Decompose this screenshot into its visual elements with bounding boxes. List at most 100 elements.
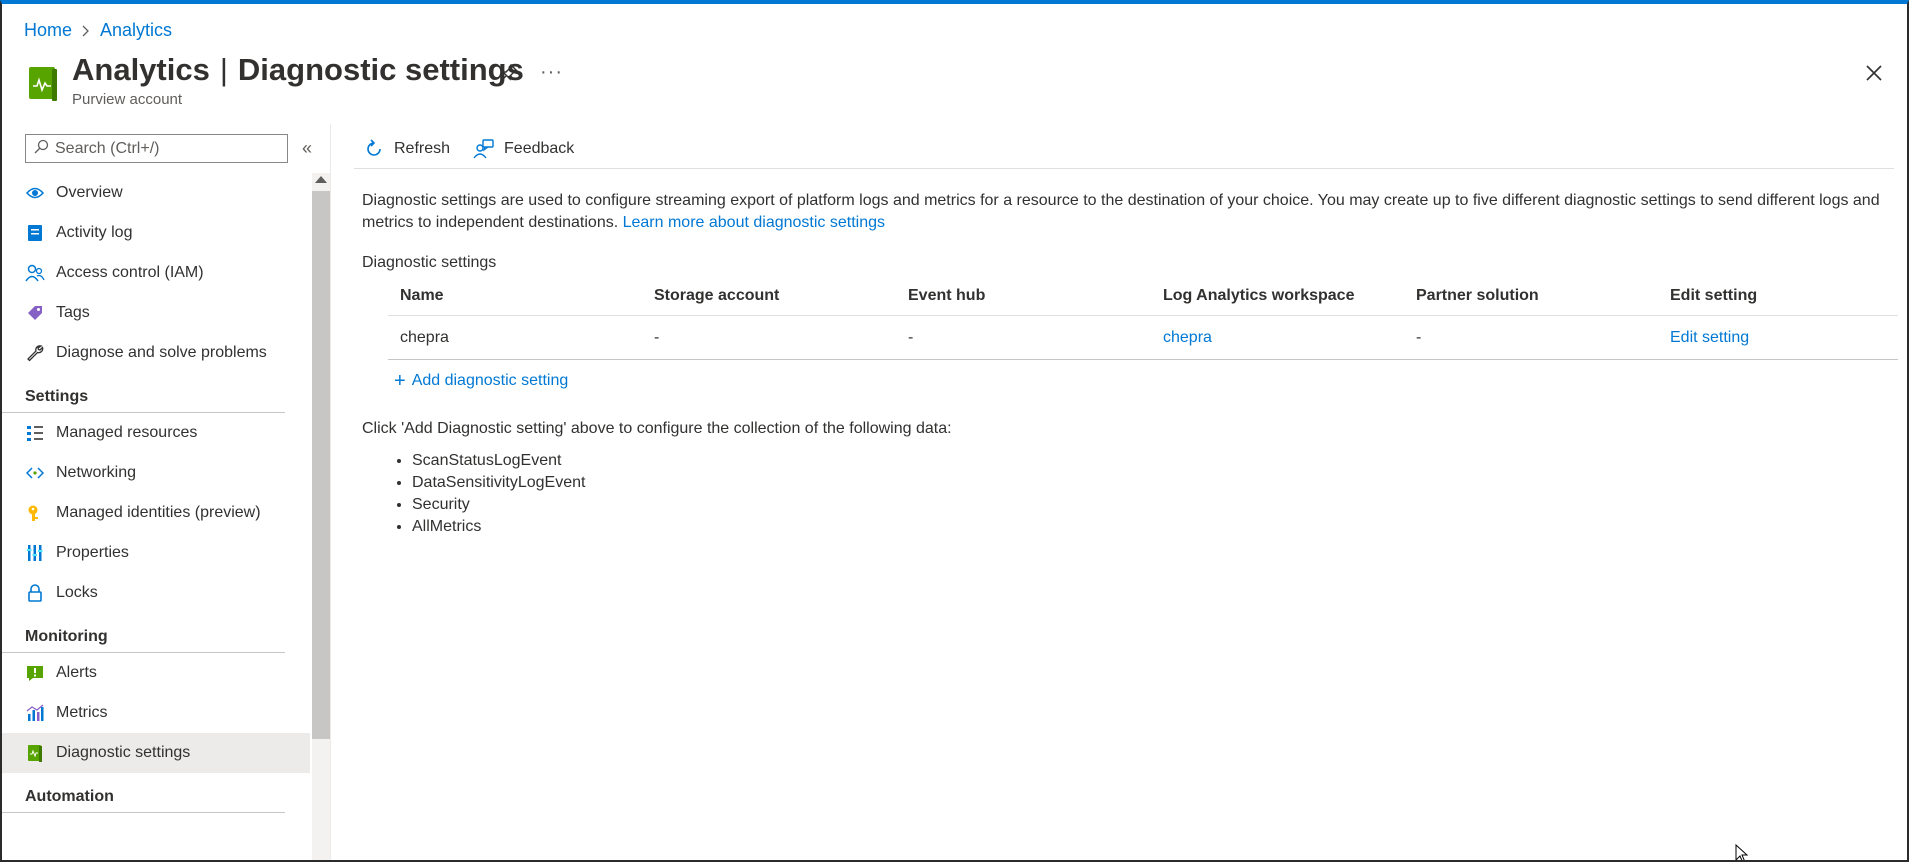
scrollbar-thumb[interactable]: [312, 191, 330, 739]
sidebar-item-tags[interactable]: Tags: [2, 293, 310, 333]
sidebar-item-label: Access control (IAM): [56, 264, 204, 281]
breadcrumb-home-link[interactable]: Home: [24, 20, 72, 41]
cell-partner: -: [1416, 328, 1422, 346]
column-header-storage: Storage account: [654, 286, 780, 304]
sidebar-item-overview[interactable]: Overview: [2, 173, 310, 213]
resource-name: Analytics: [72, 52, 210, 87]
sidebar-item-networking[interactable]: Networking: [2, 453, 310, 493]
activity-log-icon: [24, 222, 46, 244]
page-title: Analytics | Diagnostic settings: [72, 52, 524, 88]
page-name: Diagnostic settings: [237, 52, 524, 87]
column-header-event-hub: Event hub: [908, 286, 986, 304]
wrench-icon: [24, 342, 46, 364]
breadcrumb-analytics-link[interactable]: Analytics: [100, 20, 172, 41]
resources-icon: [24, 422, 46, 444]
people-icon: [24, 262, 46, 284]
sidebar-item-label: Overview: [56, 184, 123, 201]
cell-name: chepra: [400, 328, 449, 346]
cell-event-hub: -: [908, 328, 914, 346]
toolbar-divider: [354, 168, 1894, 169]
data-categories-list: ScanStatusLogEvent DataSensitivityLogEve…: [412, 450, 1892, 538]
feedback-button[interactable]: Feedback: [472, 139, 574, 159]
more-options-icon[interactable]: ···: [540, 61, 563, 84]
feedback-icon: [473, 139, 494, 159]
plus-icon: +: [394, 370, 406, 392]
list-item: DataSensitivityLogEvent: [412, 472, 1892, 494]
purview-account-icon: [28, 66, 58, 102]
section-monitoring: Monitoring: [2, 613, 285, 653]
list-item: Security: [412, 494, 1892, 516]
workspace-link[interactable]: chepra: [1163, 329, 1212, 346]
sidebar-item-label: Metrics: [56, 704, 108, 721]
refresh-button[interactable]: Refresh: [364, 139, 450, 159]
sidebar-item-managed-identities[interactable]: Managed identities (preview): [2, 493, 310, 533]
command-bar: Refresh Feedback: [364, 134, 596, 164]
metrics-icon: [24, 702, 46, 724]
sidebar-item-metrics[interactable]: Metrics: [2, 693, 310, 733]
alert-icon: [24, 662, 46, 684]
description-body: Diagnostic settings are used to configur…: [362, 192, 1880, 231]
search-input[interactable]: [55, 139, 275, 158]
sidebar-item-properties[interactable]: Properties: [2, 533, 310, 573]
pin-icon[interactable]: [498, 62, 520, 84]
search-icon: [34, 139, 49, 159]
main-content: Diagnostic settings are used to configur…: [362, 190, 1898, 538]
sidebar-scrollbar[interactable]: [312, 173, 330, 860]
sidebar-item-label: Tags: [56, 304, 90, 321]
sidebar-item-label: Networking: [56, 464, 137, 481]
column-header-workspace: Log Analytics workspace: [1163, 286, 1355, 304]
column-header-name: Name: [400, 286, 444, 304]
edit-setting-link[interactable]: Edit setting: [1670, 329, 1749, 346]
column-header-edit: Edit setting: [1670, 286, 1758, 304]
scroll-up-arrow-icon[interactable]: [315, 176, 327, 183]
chevron-right-icon: [81, 25, 91, 37]
sidebar-item-label: Properties: [56, 544, 129, 561]
sidebar-item-activity-log[interactable]: Activity log: [2, 213, 310, 253]
feedback-label: Feedback: [504, 140, 575, 157]
refresh-icon: [367, 139, 381, 156]
networking-icon: [24, 462, 46, 484]
cell-workspace: chepra: [1151, 329, 1404, 347]
sidebar-item-label: Alerts: [56, 664, 97, 681]
sidebar-item-access-control[interactable]: Access control (IAM): [2, 253, 310, 293]
close-icon[interactable]: [1863, 62, 1885, 84]
cell-storage: -: [654, 328, 660, 346]
title-separator: |: [219, 52, 228, 87]
sidebar-item-label: Diagnose and solve problems: [56, 344, 267, 361]
list-item: ScanStatusLogEvent: [412, 450, 1892, 472]
learn-more-link[interactable]: Learn more about diagnostic settings: [623, 214, 885, 231]
sidebar-item-diagnose[interactable]: Diagnose and solve problems: [2, 333, 310, 373]
section-settings: Settings: [2, 373, 285, 413]
tag-icon: [24, 302, 46, 324]
add-diagnostic-setting-button[interactable]: + Add diagnostic setting: [394, 370, 1892, 392]
section-automation: Automation: [2, 773, 285, 813]
breadcrumb: Home Analytics: [24, 20, 172, 41]
sidebar-item-managed-resources[interactable]: Managed resources: [2, 413, 310, 453]
properties-icon: [24, 542, 46, 564]
portal-window: Home Analytics Analytics | Diagnostic se…: [0, 0, 1909, 862]
description-text: Diagnostic settings are used to configur…: [362, 190, 1892, 234]
diagnostic-settings-table: Name Storage account Event hub Log Analy…: [388, 276, 1898, 360]
lock-icon: [24, 582, 46, 604]
collection-hint: Click 'Add Diagnostic setting' above to …: [362, 420, 952, 437]
sidebar-item-diagnostic-settings[interactable]: Diagnostic settings: [2, 733, 310, 773]
key-icon: [24, 502, 46, 524]
search-box[interactable]: [25, 134, 288, 163]
column-header-partner: Partner solution: [1416, 286, 1539, 304]
sidebar-item-locks[interactable]: Locks: [2, 573, 310, 613]
sidebar-item-label: Managed identities (preview): [56, 504, 261, 521]
sidebar-item-label: Activity log: [56, 224, 133, 241]
page-header: Analytics | Diagnostic settings Purview …: [72, 52, 524, 108]
sidebar-divider: [330, 124, 331, 860]
sidebar-item-label: Diagnostic settings: [56, 744, 191, 761]
table-header-row: Name Storage account Event hub Log Analy…: [388, 276, 1898, 316]
resource-type: Purview account: [72, 91, 183, 108]
diagnostic-settings-icon: [24, 742, 46, 764]
eye-icon: [24, 182, 46, 204]
sidebar-nav: Overview Activity log Access control (IA…: [2, 173, 312, 860]
refresh-label: Refresh: [394, 140, 451, 157]
list-item: AllMetrics: [412, 516, 1892, 538]
collapse-sidebar-icon[interactable]: «: [302, 138, 312, 159]
diagnostic-settings-label: Diagnostic settings: [362, 254, 497, 271]
sidebar-item-alerts[interactable]: Alerts: [2, 653, 310, 693]
